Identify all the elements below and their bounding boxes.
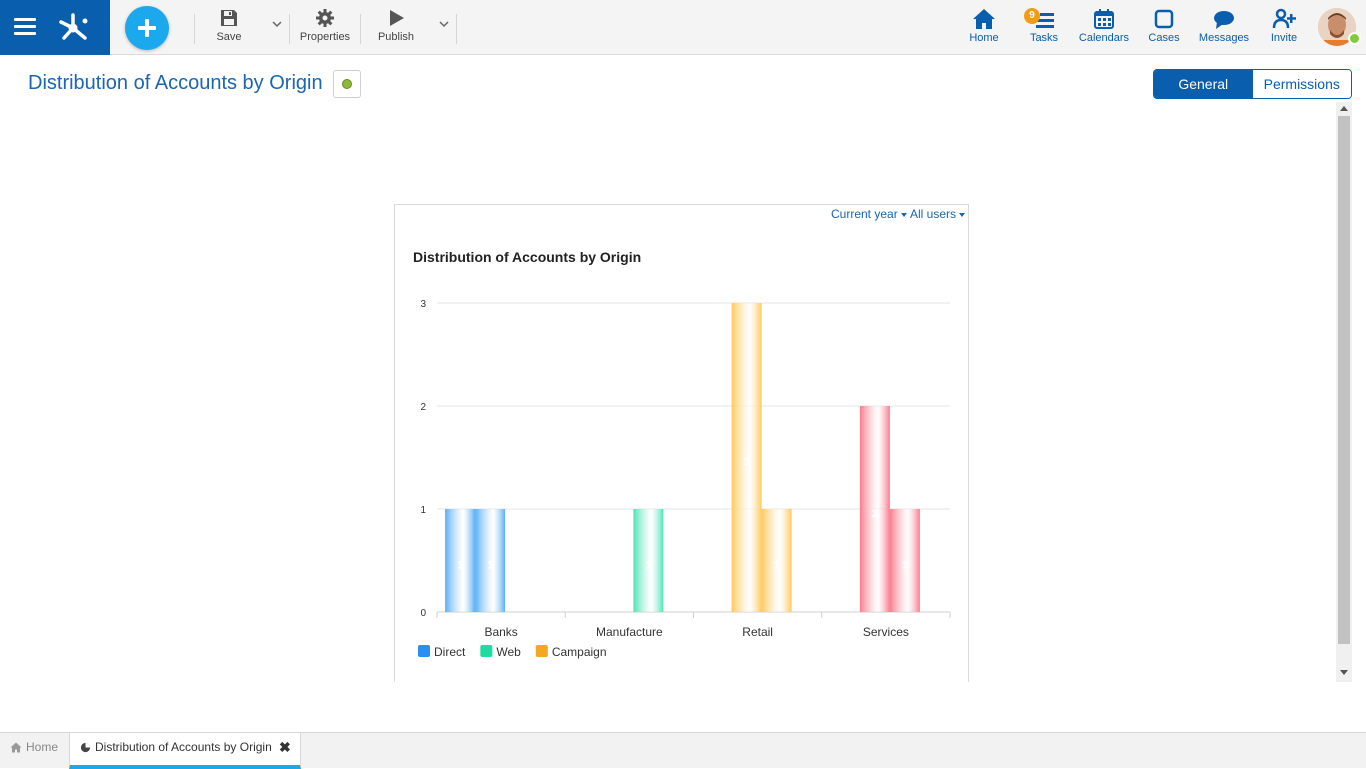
x-tick-label: Services [863, 625, 909, 639]
nav-calendars-label: Calendars [1078, 32, 1130, 44]
chat-bubble-icon [1214, 11, 1234, 29]
nav-tasks-label: Tasks [1029, 32, 1059, 44]
status-button[interactable] [333, 70, 361, 98]
legend-label: Web [496, 645, 521, 659]
legend-label: Direct [434, 645, 466, 659]
top-toolbar: Save Properties Publish Home Tasks 9 Cal… [0, 0, 1366, 55]
app-logo-icon[interactable] [56, 10, 90, 44]
toolbar-divider [360, 14, 361, 44]
status-dot-icon [342, 79, 352, 89]
save-icon [221, 10, 237, 26]
bar-value-label: 1 [487, 560, 493, 572]
nav-messages-label: Messages [1198, 32, 1250, 44]
chart-widget: Current year All users Distribution of A… [394, 204, 969, 682]
legend-swatch [418, 645, 430, 657]
tab-permissions[interactable]: Permissions [1252, 70, 1351, 98]
save-options-chevron-down-icon[interactable] [271, 18, 283, 30]
add-user-icon [1272, 8, 1296, 29]
tasks-count-badge: 9 [1024, 8, 1040, 24]
legend-label: Campaign [552, 645, 607, 659]
toolbar-divider [456, 14, 457, 44]
bottom-tab-active-label: Distribution of Accounts by Origin [95, 740, 272, 754]
bar-chart: 0 1 2 3 Banks Manufacture Retail Services 1 1 1 3 1 2… [418, 299, 951, 659]
bar-value-label: 1 [774, 560, 780, 572]
nav-invite-label: Invite [1270, 32, 1298, 44]
brand-area [0, 0, 110, 55]
bar-value-label: 2 [872, 508, 878, 520]
bar-value-label: 1 [902, 560, 908, 572]
close-tab-icon[interactable]: ✖ [279, 733, 291, 761]
gear-icon [316, 9, 334, 27]
bottom-tab-active-document[interactable]: Distribution of Accounts by Origin ✖ [69, 733, 301, 769]
legend-swatch [480, 645, 493, 657]
scroll-up-arrow-icon[interactable] [1340, 106, 1348, 111]
pie-chart-icon [80, 743, 91, 753]
home-icon [973, 9, 995, 29]
nav-cases[interactable]: Cases [1148, 8, 1180, 44]
toolbar-divider [289, 14, 290, 44]
nav-calendars[interactable]: Calendars [1078, 8, 1130, 44]
nav-invite[interactable]: Invite [1268, 8, 1300, 44]
y-tick-label: 1 [420, 505, 426, 516]
bar-value-label: 3 [744, 457, 750, 469]
save-label: Save [216, 31, 242, 43]
tab-general[interactable]: General [1154, 70, 1253, 98]
properties-label: Properties [299, 31, 351, 43]
y-tick-label: 0 [420, 608, 426, 619]
publish-options-chevron-down-icon[interactable] [438, 18, 450, 30]
bottom-tab-bar: Home Distribution of Accounts by Origin … [0, 732, 1366, 769]
bar-value-label: 1 [457, 560, 463, 572]
bottom-tab-home[interactable]: Home [0, 733, 69, 769]
nav-home[interactable]: Home [966, 8, 1002, 44]
publish-label: Publish [377, 31, 415, 43]
scroll-down-arrow-icon[interactable] [1340, 670, 1348, 675]
calendar-icon [1094, 9, 1114, 29]
view-tabs: General Permissions [1153, 69, 1352, 99]
publish-button[interactable]: Publish [376, 8, 416, 43]
x-tick-label: Retail [742, 625, 773, 639]
y-tick-label: 3 [420, 299, 426, 310]
add-new-button[interactable] [125, 6, 169, 50]
x-tick-label: Manufacture [596, 625, 663, 639]
toolbar-divider [194, 14, 195, 44]
online-status-indicator [1348, 32, 1361, 45]
bottom-tab-home-label: Home [26, 740, 59, 754]
y-tick-label: 2 [420, 402, 426, 413]
play-icon [390, 10, 404, 26]
scrollbar-thumb[interactable] [1338, 116, 1350, 644]
x-tick-label: Banks [484, 625, 517, 639]
nav-home-label: Home [969, 32, 999, 44]
nav-cases-label: Cases [1148, 32, 1180, 44]
bar-value-label: 1 [645, 560, 651, 572]
legend-swatch [535, 645, 548, 657]
hamburger-menu-icon[interactable] [14, 18, 36, 36]
home-icon [10, 742, 22, 753]
save-button[interactable]: Save [213, 8, 245, 43]
nav-messages[interactable]: Messages [1198, 8, 1250, 44]
page-title: Distribution of Accounts by Origin [28, 72, 323, 94]
properties-button[interactable]: Properties [298, 8, 352, 43]
cases-icon [1154, 9, 1174, 29]
